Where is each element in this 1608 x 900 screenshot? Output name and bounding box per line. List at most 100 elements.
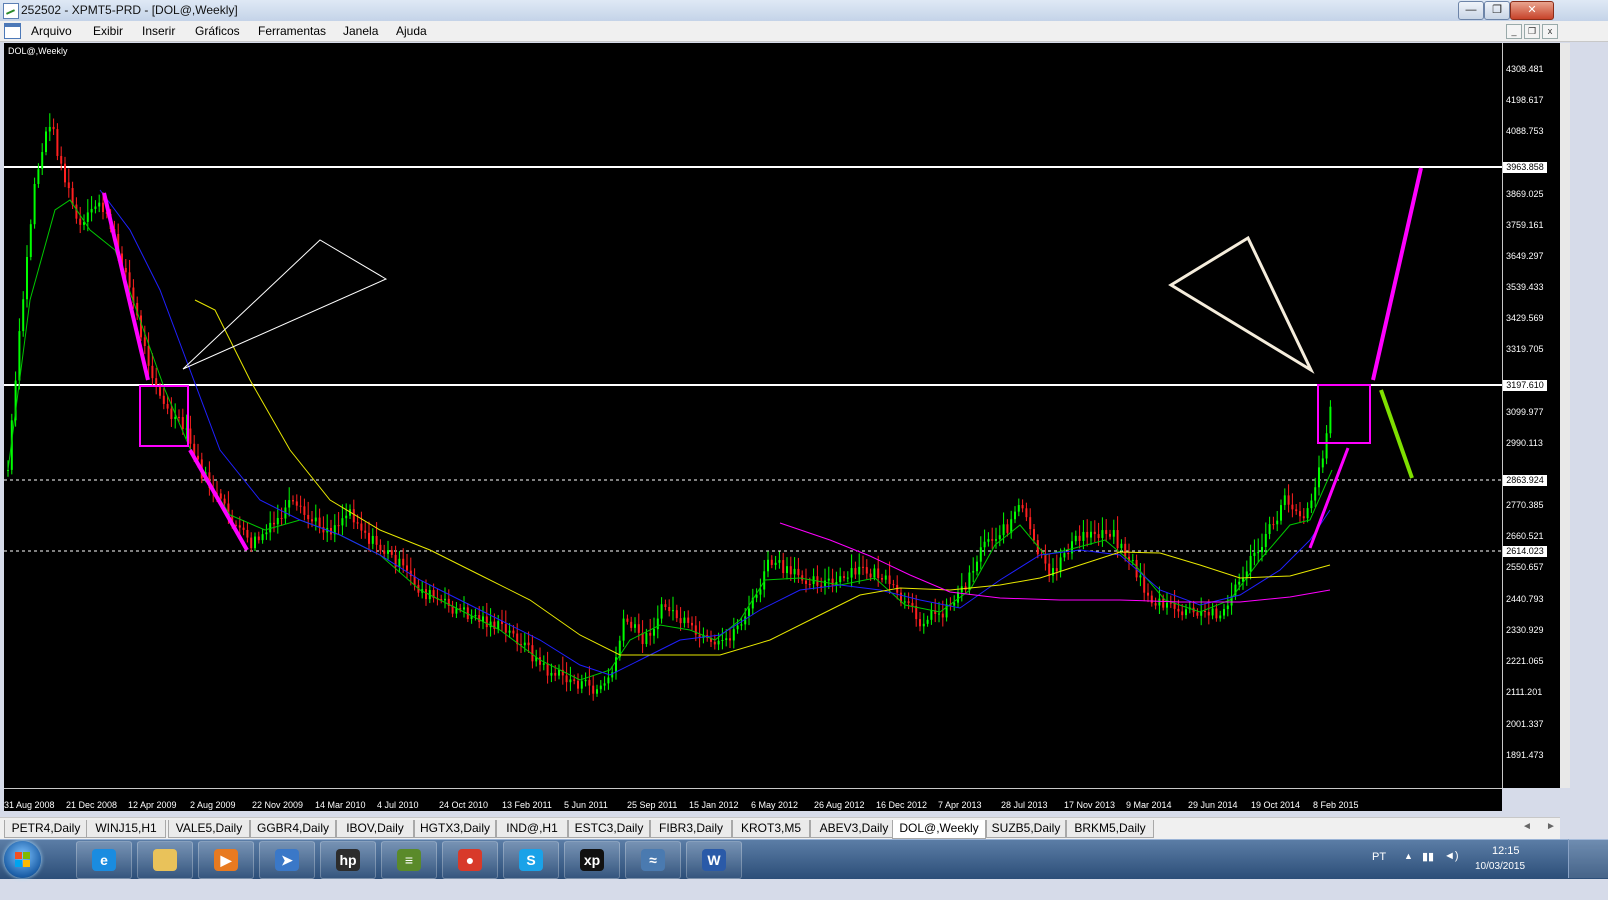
- metatrader-app-icon: ≡: [397, 849, 421, 871]
- candle-body: [299, 505, 302, 507]
- tab-ibov-daily[interactable]: IBOV,Daily: [336, 820, 414, 838]
- candle-body: [903, 601, 906, 603]
- price-tick-label: 1891.473: [1506, 750, 1544, 760]
- candle-body: [656, 618, 659, 630]
- tab-fibr3-daily[interactable]: FIBR3,Daily: [650, 820, 732, 838]
- candle-body: [1215, 608, 1218, 619]
- tab-hgtx3-daily[interactable]: HGTX3,Daily: [414, 820, 496, 838]
- candle-body: [683, 617, 686, 624]
- candle-body: [1002, 524, 1005, 536]
- tab-ind-h1[interactable]: IND@,H1: [496, 820, 568, 838]
- candle-body: [1044, 554, 1047, 564]
- candle-body: [862, 566, 864, 568]
- candle-body: [558, 669, 560, 676]
- tab-krot3-m5[interactable]: KROT3,M5: [732, 820, 810, 838]
- candle-body: [1124, 543, 1127, 557]
- tabs-scroll-right[interactable]: ►: [1546, 821, 1556, 832]
- tabs-scroll-left[interactable]: ◄: [1522, 821, 1532, 832]
- start-button[interactable]: [4, 841, 41, 878]
- tray-up-arrow-icon[interactable]: ▲: [1404, 851, 1413, 861]
- tab-abev3-daily[interactable]: ABEV3,Daily: [810, 820, 898, 838]
- network-icon[interactable]: ▮▮: [1422, 850, 1434, 863]
- taskbar-hp-app-button[interactable]: hp: [320, 841, 376, 879]
- candle-body: [1101, 530, 1104, 538]
- candle-body: [356, 522, 359, 524]
- tab-suzb5-daily[interactable]: SUZB5,Daily: [986, 820, 1066, 838]
- tab-vale5-daily[interactable]: VALE5,Daily: [168, 820, 250, 838]
- tab-brkm5-daily[interactable]: BRKM5,Daily: [1066, 820, 1154, 838]
- candle-body: [189, 428, 192, 444]
- candle-body: [983, 541, 986, 548]
- candle-body: [740, 624, 743, 626]
- price-tick-label: 3429.569: [1506, 313, 1544, 323]
- candle-body: [729, 638, 731, 641]
- taskbar-word-button[interactable]: W: [686, 841, 742, 879]
- candle-body: [694, 625, 697, 635]
- candle-body: [166, 403, 169, 409]
- candle-body: [858, 566, 861, 575]
- taskbar-chrome-button[interactable]: ●: [442, 841, 498, 879]
- taskbar-skype-button[interactable]: S: [503, 841, 559, 879]
- price-tick-label: 2770.385: [1506, 500, 1544, 510]
- taskbar-media-player-button[interactable]: ▶: [198, 841, 254, 879]
- candle-body: [987, 539, 990, 542]
- price-chart[interactable]: [0, 0, 1608, 900]
- language-indicator[interactable]: PT: [1372, 851, 1386, 863]
- candle-body: [1143, 575, 1146, 593]
- candle-body: [67, 182, 70, 189]
- taskbar-xp-app-button[interactable]: xp: [564, 841, 620, 879]
- tab-dol-weekly[interactable]: DOL@,Weekly: [892, 820, 986, 839]
- candle-body: [976, 561, 978, 572]
- taskbar-internet-explorer-button[interactable]: e: [76, 841, 132, 879]
- candle-body: [820, 585, 823, 587]
- candle-body: [26, 256, 28, 300]
- candle-body: [1185, 609, 1187, 616]
- volume-icon[interactable]: ◄): [1444, 850, 1459, 862]
- candle-body: [888, 575, 891, 585]
- candle-body: [926, 619, 929, 624]
- date-tick-label: 4 Jul 2010: [377, 800, 419, 810]
- tab-estc3-daily[interactable]: ESTC3,Daily: [568, 820, 650, 838]
- candle-body: [991, 539, 994, 541]
- taskbar-file-explorer-button[interactable]: [137, 841, 193, 879]
- clock-date[interactable]: 10/03/2015: [1475, 861, 1525, 872]
- date-tick-label: 2 Aug 2009: [190, 800, 236, 810]
- candle-body: [786, 566, 788, 574]
- taskbar-trading-terminal-button[interactable]: ≈: [625, 841, 681, 879]
- show-desktop-button[interactable]: [1568, 839, 1608, 878]
- tab-ggbr4-daily[interactable]: GGBR4,Daily: [250, 820, 336, 838]
- taskbar-arrow-app-button[interactable]: ➤: [259, 841, 315, 879]
- candle-body: [1272, 524, 1275, 526]
- clock-time[interactable]: 12:15: [1492, 845, 1520, 857]
- candle-body: [827, 578, 830, 581]
- candle-body: [7, 469, 9, 471]
- candle-body: [79, 218, 82, 225]
- price-tick-label: 2111.201: [1506, 687, 1543, 697]
- candle-body: [1131, 559, 1134, 561]
- candle-body: [1226, 605, 1229, 610]
- candle-body: [957, 592, 959, 603]
- candle-body: [824, 580, 826, 587]
- candle-body: [318, 517, 321, 528]
- candle-body: [269, 522, 272, 533]
- candle-body: [577, 680, 579, 689]
- candle-body: [1177, 608, 1180, 612]
- candle-body: [998, 535, 1001, 540]
- price-tick-label: 2550.657: [1506, 562, 1544, 572]
- triangle-annotation: [1168, 235, 1315, 374]
- candle-body: [151, 365, 154, 379]
- candle-body: [592, 685, 595, 694]
- candle-body: [368, 532, 370, 544]
- candle-body: [1329, 406, 1332, 434]
- tab-petr4-daily[interactable]: PETR4,Daily: [4, 820, 88, 838]
- candle-body: [45, 131, 47, 153]
- candle-body: [1166, 602, 1168, 608]
- candle-body: [672, 610, 674, 612]
- tab-winj15-h1[interactable]: WINJ15,H1: [86, 820, 166, 838]
- taskbar-metatrader-app-button[interactable]: ≡: [381, 841, 437, 879]
- candle-body: [170, 408, 173, 420]
- candle-body: [713, 641, 716, 645]
- candle-body: [865, 567, 868, 574]
- candle-body: [159, 387, 161, 396]
- candle-body: [995, 539, 997, 541]
